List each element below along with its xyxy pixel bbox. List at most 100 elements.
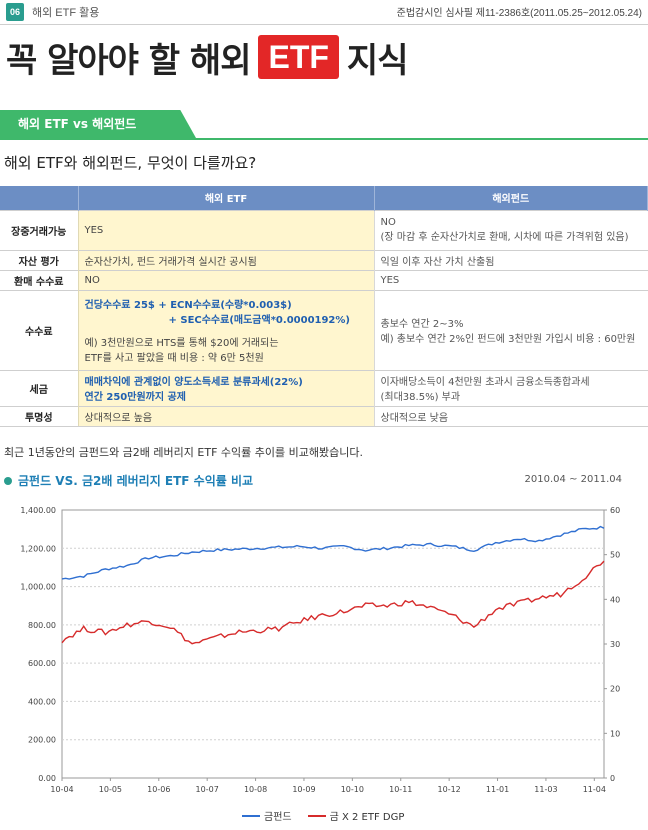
cell-text: 예) 총보수 연간 2%인 펀드에 3천만원 가입시 비용 : 60만원 [380, 334, 636, 345]
row-label: 자산 평가 [0, 249, 78, 270]
table-row: 환매 수수료 NO YES [0, 269, 648, 290]
legend-swatch-gold-fund [242, 814, 260, 817]
y-tick-label-left: 600.00 [28, 659, 56, 668]
line-chart: 1,400.001,200.001,000.00800.00600.00400.… [20, 506, 620, 794]
cell-text: YES [380, 274, 400, 286]
chart-header: 금펀드 VS. 금2배 레버리지 ETF 수익률 비교 [4, 472, 253, 489]
fund-cell: NO (장 마감 후 순자산가치로 환매, 시차에 따른 가격위험 있음) [374, 209, 648, 250]
compliance-review-text: 준법감시인 심사필 제11-2386호(2011.05.25~2012.05.2… [396, 8, 642, 19]
header-bar: 06 해외 ETF 활용 준법감시인 심사필 제11-2386호(2011.05… [0, 0, 648, 26]
cell-text: 상대적으로 높음 [84, 412, 153, 424]
cell-text: 이자배당소득이 4천만원 초과시 금융소득종합과세 [380, 377, 590, 388]
header-divider [0, 24, 648, 25]
y-tick-label-left: 400.00 [28, 697, 56, 706]
cell-text: 순자산가치, 펀드 거래가격 실시간 공시됨 [84, 256, 257, 268]
section-tab-underline [0, 138, 648, 140]
x-tick-label: 10-08 [244, 785, 267, 794]
y-tick-label-right: 30 [610, 640, 620, 649]
cell-text: 총보수 연간 2~3% [380, 319, 464, 330]
fund-cell: 총보수 연간 2~3% 예) 총보수 연간 2%인 펀드에 3천만원 가입시 비… [374, 289, 648, 370]
table-row: 장중거래가능 YES NO (장 마감 후 순자산가치로 환매, 시차에 따른 … [0, 209, 648, 250]
cell-text: 건당수수료 25$ + ECN수수료(수량*0.003$) [84, 300, 292, 311]
y-tick-label-left: 800.00 [28, 621, 56, 630]
row-label: 수수료 [0, 289, 78, 370]
fund-cell: 익일 이후 자산 가치 산출됨 [374, 249, 648, 270]
chart-caption: 최근 1년동안의 금펀드와 금2배 레버리지 ETF 수익률 추이를 비교해봤습… [4, 446, 363, 459]
x-tick-label: 10-06 [147, 785, 170, 794]
x-tick-label: 10-05 [99, 785, 122, 794]
x-tick-label: 11-04 [583, 785, 606, 794]
x-tick-label: 10-09 [292, 785, 315, 794]
fund-cell: 이자배당소득이 4천만원 초과시 금융소득종합과세 (최대38.5%) 부과 [374, 369, 648, 406]
y-tick-label-left: 1,200.00 [20, 544, 56, 553]
title-part-1: 꼭 알아야 할 해외 [6, 40, 251, 81]
cell-text: (장 마감 후 순자산가치로 환매, 시차에 따른 가격위험 있음) [380, 232, 629, 243]
x-tick-label: 10-12 [438, 785, 461, 794]
x-tick-label: 10-04 [50, 785, 73, 794]
x-tick-label: 11-01 [486, 785, 509, 794]
chart-date-range: 2010.04 ~ 2011.04 [524, 474, 622, 485]
y-tick-label-left: 1,400.00 [20, 506, 56, 515]
etf-cell: 순자산가치, 펀드 거래가격 실시간 공시됨 [77, 249, 375, 270]
table-header-empty [0, 186, 79, 210]
etf-cell: 상대적으로 높음 [77, 405, 375, 427]
y-tick-label-left: 1,000.00 [20, 583, 56, 592]
y-tick-label-left: 0.00 [38, 774, 56, 783]
plot-frame [61, 509, 605, 779]
table-row: 자산 평가 순자산가치, 펀드 거래가격 실시간 공시됨 익일 이후 자산 가치… [0, 249, 648, 270]
section-question: 해외 ETF와 해외펀드, 무엇이 다를까요? [4, 154, 257, 172]
section-tab: 해외 ETF vs 해외펀드 [0, 110, 196, 138]
section-label: 해외 ETF 활용 [32, 7, 100, 19]
y-tick-label-right: 20 [610, 685, 620, 694]
cell-text: (최대38.5%) 부과 [380, 392, 461, 403]
y-tick-label-right: 0 [610, 774, 615, 783]
cell-text: NO [84, 274, 100, 286]
fund-cell: YES [374, 269, 648, 290]
cell-text: NO [380, 217, 396, 228]
legend-swatch-gold-etf [307, 814, 326, 817]
etf-cell: YES [77, 209, 375, 250]
fund-cell: 상대적으로 낮음 [374, 405, 648, 427]
cell-text: 매매차익에 관계없이 양도소득세로 분류과세(22%) [84, 377, 303, 388]
y-tick-label-right: 60 [610, 506, 620, 515]
row-label: 투명성 [0, 405, 78, 427]
x-tick-label: 10-07 [196, 785, 219, 794]
legend-label-gold-etf: 금 X 2 ETF DGP [329, 812, 405, 823]
y-tick-label-right: 40 [610, 595, 620, 604]
etf-cell: 매매차익에 관계없이 양도소득세로 분류과세(22%) 연간 250만원까지 공… [77, 369, 375, 406]
page-title: 꼭 알아야 할 해외 ETF 지식 [6, 32, 409, 82]
etf-cell: NO [77, 269, 375, 290]
row-label: 세금 [0, 369, 78, 406]
title-etf-highlight: ETF [258, 35, 339, 79]
cell-text: + SEC수수료(매도금액*0.0000192%) [168, 315, 351, 326]
cell-text: 상대적으로 낮음 [380, 412, 449, 424]
table-row: 수수료 건당수수료 25$ + ECN수수료(수량*0.003$) + SEC수… [0, 289, 648, 370]
chart-legend: 금펀드 금 X 2 ETF DGP [236, 808, 404, 823]
etf-cell: 건당수수료 25$ + ECN수수료(수량*0.003$) + SEC수수료(매… [77, 289, 375, 370]
table-header-etf: 해외 ETF [78, 186, 375, 210]
series-line-gold-fund [61, 525, 605, 580]
title-part-2: 지식 [346, 40, 409, 81]
y-tick-label-right: 50 [610, 551, 620, 560]
section-number-badge: 06 [6, 3, 24, 21]
legend-label-gold-fund: 금펀드 [264, 812, 292, 823]
comparison-table: 해외 ETF 해외펀드 장중거래가능 YES NO (장 마감 후 순자산가치로… [0, 186, 648, 427]
x-tick-label: 10-10 [341, 785, 364, 794]
cell-text: 예) 3천만원으로 HTS를 통해 $20에 거래되는 [84, 338, 279, 349]
table-row: 세금 매매차익에 관계없이 양도소득세로 분류과세(22%) 연간 250만원까… [0, 369, 648, 406]
series-line-gold-etf [61, 560, 605, 645]
cell-text: 익일 이후 자산 가치 산출됨 [380, 256, 495, 268]
cell-text: 연간 250만원까지 공제 [84, 392, 186, 403]
bullet-icon [4, 476, 12, 485]
table-row: 투명성 상대적으로 높음 상대적으로 낮음 [0, 405, 648, 427]
x-tick-label: 10-11 [389, 785, 412, 794]
chart-title: 금펀드 VS. 금2배 레버리지 ETF 수익률 비교 [18, 474, 254, 488]
x-tick-label: 11-03 [534, 785, 557, 794]
y-tick-label-left: 200.00 [28, 736, 56, 745]
y-tick-label-right: 10 [610, 729, 620, 738]
row-label: 장중거래가능 [0, 209, 78, 250]
cell-text: YES [84, 224, 104, 236]
table-header-row: 해외 ETF 해외펀드 [0, 186, 648, 210]
table-header-fund: 해외펀드 [374, 186, 648, 210]
cell-text: ETF를 사고 팔았을 때 비용 : 약 6만 5천원 [84, 353, 264, 364]
